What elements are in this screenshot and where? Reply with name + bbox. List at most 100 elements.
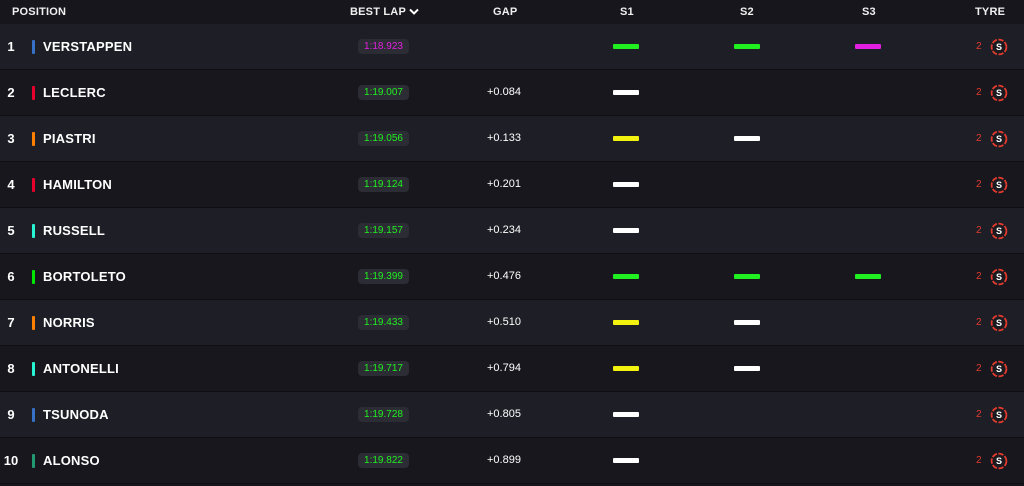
position-number: 7 <box>7 315 15 330</box>
gap-value: +0.899 <box>487 454 521 466</box>
best-lap-time: 1:19.728 <box>358 407 409 422</box>
header-position: POSITION <box>12 6 67 18</box>
best-lap-time: 1:19.717 <box>358 361 409 376</box>
position-number: 2 <box>7 85 15 100</box>
position-number: 3 <box>7 131 15 146</box>
team-color-bar <box>32 86 35 100</box>
position-number: 8 <box>7 361 15 376</box>
position-number: 4 <box>7 177 15 192</box>
sector-s1-indicator <box>613 228 639 233</box>
best-lap-time: 1:19.056 <box>358 131 409 146</box>
soft-tyre-icon[interactable]: S <box>990 406 1008 424</box>
driver-name: NORRIS <box>43 315 95 330</box>
tyre-compound-letter: S <box>996 42 1002 52</box>
tyre-laps: 2 <box>976 179 982 190</box>
gap-value: +0.084 <box>487 86 521 98</box>
table-row[interactable]: 1 VERSTAPPEN 1:18.923 2 S <box>0 24 1024 70</box>
driver-name: LECLERC <box>43 85 106 100</box>
sector-s2-indicator <box>734 44 760 49</box>
header-gap: GAP <box>493 6 518 18</box>
sector-s2-indicator <box>734 320 760 325</box>
tyre-laps: 2 <box>976 87 982 98</box>
sector-s3-indicator <box>855 44 881 49</box>
tyre-laps: 2 <box>976 409 982 420</box>
team-color-bar <box>32 362 35 376</box>
gap-value: +0.510 <box>487 316 521 328</box>
gap-value: +0.133 <box>487 132 521 144</box>
table-row[interactable]: 4 HAMILTON 1:19.124 +0.201 2 S <box>0 162 1024 208</box>
table-row[interactable]: 3 PIASTRI 1:19.056 +0.133 2 S <box>0 116 1024 162</box>
driver-name: TSUNODA <box>43 407 109 422</box>
sector-s1-indicator <box>613 182 639 187</box>
tyre-laps: 2 <box>976 225 982 236</box>
sector-s1-indicator <box>613 44 639 49</box>
position-number: 10 <box>3 453 19 468</box>
best-lap-time: 1:19.822 <box>358 453 409 468</box>
soft-tyre-icon[interactable]: S <box>990 130 1008 148</box>
best-lap-time: 1:19.124 <box>358 177 409 192</box>
driver-name: HAMILTON <box>43 177 112 192</box>
table-row[interactable]: 6 BORTOLETO 1:19.399 +0.476 2 S <box>0 254 1024 300</box>
team-color-bar <box>32 316 35 330</box>
driver-name: PIASTRI <box>43 131 96 146</box>
table-row[interactable]: 7 NORRIS 1:19.433 +0.510 2 S <box>0 300 1024 346</box>
sector-s1-indicator <box>613 90 639 95</box>
sector-s1-indicator <box>613 274 639 279</box>
sector-s1-indicator <box>613 412 639 417</box>
gap-value: +0.805 <box>487 408 521 420</box>
soft-tyre-icon[interactable]: S <box>990 314 1008 332</box>
sector-s1-indicator <box>613 366 639 371</box>
tyre-laps: 2 <box>976 363 982 374</box>
gap-value: +0.476 <box>487 270 521 282</box>
team-color-bar <box>32 132 35 146</box>
sector-s2-indicator <box>734 274 760 279</box>
header-best-lap-label: BEST LAP <box>350 6 406 18</box>
tyre-laps: 2 <box>976 271 982 282</box>
soft-tyre-icon[interactable]: S <box>990 268 1008 286</box>
team-color-bar <box>32 270 35 284</box>
header-s2: S2 <box>740 6 754 18</box>
soft-tyre-icon[interactable]: S <box>990 176 1008 194</box>
tyre-compound-letter: S <box>996 180 1002 190</box>
team-color-bar <box>32 224 35 238</box>
header-best-lap-sort[interactable]: BEST LAP <box>350 0 419 24</box>
table-row[interactable]: 9 TSUNODA 1:19.728 +0.805 2 S <box>0 392 1024 438</box>
soft-tyre-icon[interactable]: S <box>990 222 1008 240</box>
table-row[interactable]: 10 ALONSO 1:19.822 +0.899 2 S <box>0 438 1024 484</box>
team-color-bar <box>32 40 35 54</box>
best-lap-time: 1:19.433 <box>358 315 409 330</box>
tyre-laps: 2 <box>976 317 982 328</box>
table-row[interactable]: 8 ANTONELLI 1:19.717 +0.794 2 S <box>0 346 1024 392</box>
table-row[interactable]: 2 LECLERC 1:19.007 +0.084 2 S <box>0 70 1024 116</box>
soft-tyre-icon[interactable]: S <box>990 38 1008 56</box>
driver-name: ALONSO <box>43 453 100 468</box>
soft-tyre-icon[interactable]: S <box>990 84 1008 102</box>
position-number: 1 <box>7 39 15 54</box>
driver-name: RUSSELL <box>43 223 106 238</box>
gap-value: +0.234 <box>487 224 521 236</box>
tyre-laps: 2 <box>976 455 982 466</box>
position-number: 5 <box>7 223 15 238</box>
sector-s1-indicator <box>613 458 639 463</box>
best-lap-time: 1:19.157 <box>358 223 409 238</box>
sector-s2-indicator <box>734 136 760 141</box>
tyre-compound-letter: S <box>996 134 1002 144</box>
position-number: 6 <box>7 269 15 284</box>
tyre-compound-letter: S <box>996 318 1002 328</box>
tyre-laps: 2 <box>976 41 982 52</box>
sector-s3-indicator <box>855 274 881 279</box>
gap-value: +0.794 <box>487 362 521 374</box>
soft-tyre-icon[interactable]: S <box>990 360 1008 378</box>
tyre-laps: 2 <box>976 133 982 144</box>
best-lap-time: 1:19.007 <box>358 85 409 100</box>
best-lap-time: 1:19.399 <box>358 269 409 284</box>
sector-s1-indicator <box>613 136 639 141</box>
header-s3: S3 <box>862 6 876 18</box>
chevron-down-icon <box>409 8 419 15</box>
soft-tyre-icon[interactable]: S <box>990 452 1008 470</box>
team-color-bar <box>32 178 35 192</box>
tyre-compound-letter: S <box>996 272 1002 282</box>
sector-s2-indicator <box>734 366 760 371</box>
table-row[interactable]: 5 RUSSELL 1:19.157 +0.234 2 S <box>0 208 1024 254</box>
table-header: POSITION BEST LAP GAP S1 S2 S3 TYRE <box>0 0 1024 25</box>
